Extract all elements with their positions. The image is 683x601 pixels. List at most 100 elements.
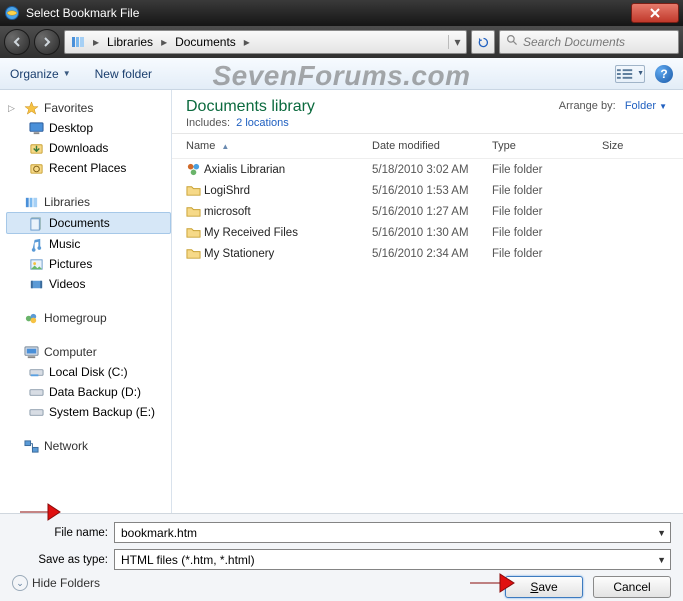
recent-places-icon bbox=[28, 160, 44, 176]
sidebar-item-desktop[interactable]: Desktop bbox=[6, 118, 171, 138]
table-row[interactable]: Axialis Librarian5/18/2010 3:02 AMFile f… bbox=[172, 159, 683, 180]
breadcrumb-libraries[interactable]: Libraries bbox=[105, 35, 155, 49]
table-row[interactable]: microsoft5/16/2010 1:27 AMFile folder bbox=[172, 201, 683, 222]
videos-icon bbox=[28, 276, 44, 292]
breadcrumb-sep-icon: ▸ bbox=[155, 35, 173, 49]
chevron-down-icon: ▼ bbox=[659, 102, 667, 111]
sidebar-computer[interactable]: Computer bbox=[6, 342, 171, 362]
sidebar-favorites[interactable]: ▷ Favorites bbox=[6, 98, 171, 118]
file-date: 5/16/2010 1:27 AM bbox=[372, 206, 492, 218]
view-options-button[interactable]: ▼ bbox=[615, 65, 645, 83]
breadcrumb-documents[interactable]: Documents bbox=[173, 35, 238, 49]
column-name[interactable]: Name ▲ bbox=[186, 140, 372, 152]
file-date: 5/16/2010 1:30 AM bbox=[372, 227, 492, 239]
sidebar-network-label: Network bbox=[44, 439, 88, 453]
file-name: Axialis Librarian bbox=[204, 164, 372, 176]
sidebar-libraries[interactable]: Libraries bbox=[6, 192, 171, 212]
sidebar-computer-label: Computer bbox=[44, 345, 97, 359]
refresh-button[interactable] bbox=[471, 30, 495, 54]
sidebar-item-recent-places[interactable]: Recent Places bbox=[6, 158, 171, 178]
libraries-icon bbox=[23, 194, 39, 210]
bottom-panel: File name: bookmark.htm ▼ Save as type: … bbox=[0, 513, 683, 601]
command-bar: Organize ▼ New folder ▼ ? bbox=[0, 58, 683, 90]
chevron-down-icon: ▼ bbox=[637, 70, 644, 77]
chevron-down-icon[interactable]: ▼ bbox=[657, 555, 666, 565]
filename-label: File name: bbox=[12, 527, 114, 539]
library-header: Documents library Includes: 2 locations bbox=[172, 90, 683, 134]
search-placeholder: Search Documents bbox=[523, 35, 625, 49]
sidebar-item-videos[interactable]: Videos bbox=[6, 274, 171, 294]
saveas-label: Save as type: bbox=[12, 554, 114, 566]
file-name: My Received Files bbox=[204, 227, 372, 239]
column-size[interactable]: Size bbox=[602, 140, 672, 152]
desktop-icon bbox=[28, 120, 44, 136]
file-type: File folder bbox=[492, 227, 602, 239]
expand-icon: ▷ bbox=[8, 103, 18, 114]
table-row[interactable]: My Received Files5/16/2010 1:30 AMFile f… bbox=[172, 222, 683, 243]
music-icon bbox=[28, 236, 44, 252]
folder-icon bbox=[186, 162, 204, 177]
column-headers: Name ▲ Date modified Type Size bbox=[172, 134, 683, 159]
documents-icon bbox=[28, 215, 44, 231]
sidebar-item-data-backup-d[interactable]: Data Backup (D:) bbox=[6, 382, 171, 402]
drive-icon bbox=[28, 384, 44, 400]
hide-folders-button[interactable]: ⌄ Hide Folders bbox=[12, 575, 100, 591]
chevron-down-icon[interactable]: ▼ bbox=[657, 528, 666, 538]
navigation-pane: ▷ Favorites Desktop Downloads Recent Pla… bbox=[0, 90, 172, 513]
new-folder-button[interactable]: New folder bbox=[95, 67, 152, 81]
arrange-by[interactable]: Arrange by: Folder ▼ bbox=[559, 100, 667, 112]
file-name: microsoft bbox=[204, 206, 372, 218]
column-type[interactable]: Type bbox=[492, 140, 602, 152]
drive-icon bbox=[28, 404, 44, 420]
ie-icon bbox=[4, 5, 20, 21]
cancel-button[interactable]: Cancel bbox=[593, 576, 671, 598]
table-row[interactable]: My Stationery5/16/2010 2:34 AMFile folde… bbox=[172, 243, 683, 264]
computer-icon bbox=[23, 344, 39, 360]
window-title: Select Bookmark File bbox=[26, 6, 139, 20]
network-icon bbox=[23, 438, 39, 454]
breadcrumb-sep-icon: ▸ bbox=[87, 35, 105, 49]
search-icon bbox=[506, 34, 519, 50]
star-icon bbox=[23, 100, 39, 116]
file-list-pane: Documents library Includes: 2 locations … bbox=[172, 90, 683, 513]
folder-icon bbox=[186, 204, 204, 219]
chevron-down-icon: ▼ bbox=[63, 69, 71, 78]
save-button[interactable]: Save bbox=[505, 576, 583, 598]
pictures-icon bbox=[28, 256, 44, 272]
column-date[interactable]: Date modified bbox=[372, 140, 492, 152]
sidebar-homegroup-label: Homegroup bbox=[44, 311, 107, 325]
dialog-body: ▷ Favorites Desktop Downloads Recent Pla… bbox=[0, 90, 683, 513]
sidebar-item-downloads[interactable]: Downloads bbox=[6, 138, 171, 158]
file-type: File folder bbox=[492, 248, 602, 260]
sidebar-homegroup[interactable]: Homegroup bbox=[6, 308, 171, 328]
nav-forward-button[interactable] bbox=[34, 29, 60, 55]
file-type: File folder bbox=[492, 206, 602, 218]
includes-label: Includes: bbox=[186, 117, 230, 129]
folder-icon bbox=[186, 246, 204, 261]
file-name: My Stationery bbox=[204, 248, 372, 260]
nav-back-button[interactable] bbox=[4, 29, 30, 55]
sidebar-item-system-backup-e[interactable]: System Backup (E:) bbox=[6, 402, 171, 422]
saveas-type-dropdown[interactable]: HTML files (*.htm, *.html) ▼ bbox=[114, 549, 671, 570]
sidebar-item-music[interactable]: Music bbox=[6, 234, 171, 254]
file-date: 5/18/2010 3:02 AM bbox=[372, 164, 492, 176]
sort-asc-icon: ▲ bbox=[221, 142, 229, 151]
address-history-dropdown[interactable]: ▾ bbox=[448, 35, 466, 49]
help-button[interactable]: ? bbox=[655, 65, 673, 83]
search-input[interactable]: Search Documents bbox=[499, 30, 679, 54]
filename-input[interactable]: bookmark.htm ▼ bbox=[114, 522, 671, 543]
address-bar[interactable]: ▸ Libraries ▸ Documents ▸ ▾ bbox=[64, 30, 467, 54]
sidebar-item-local-disk-c[interactable]: Local Disk (C:) bbox=[6, 362, 171, 382]
sidebar-item-documents[interactable]: Documents bbox=[6, 212, 171, 234]
table-row[interactable]: LogiShrd5/16/2010 1:53 AMFile folder bbox=[172, 180, 683, 201]
window-close-button[interactable] bbox=[631, 3, 679, 23]
drive-icon bbox=[28, 364, 44, 380]
file-date: 5/16/2010 1:53 AM bbox=[372, 185, 492, 197]
organize-menu[interactable]: Organize ▼ bbox=[10, 67, 71, 81]
sidebar-item-pictures[interactable]: Pictures bbox=[6, 254, 171, 274]
includes-locations-link[interactable]: 2 locations bbox=[236, 117, 289, 129]
breadcrumb-sep-icon: ▸ bbox=[238, 35, 256, 49]
sidebar-favorites-label: Favorites bbox=[44, 101, 93, 115]
sidebar-network[interactable]: Network bbox=[6, 436, 171, 456]
file-list: Axialis Librarian5/18/2010 3:02 AM File f… bbox=[172, 159, 683, 264]
